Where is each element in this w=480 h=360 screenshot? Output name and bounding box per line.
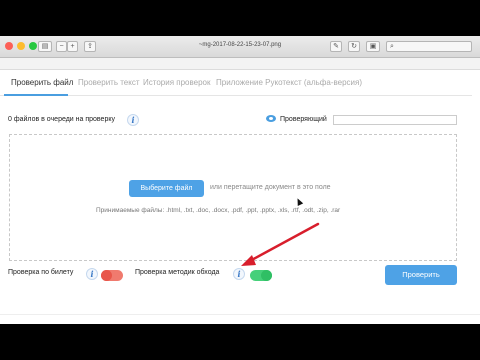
bypass-check-label: Проверка методик обхода: [135, 269, 220, 276]
choose-file-button[interactable]: Выберите файл: [129, 180, 204, 197]
tab-bar: Проверить файл Проверить текст История п…: [0, 74, 472, 96]
share-icon[interactable]: ⇪: [84, 41, 96, 52]
close-window-button[interactable]: [5, 42, 13, 50]
bypass-check-info-icon[interactable]: i: [233, 268, 245, 280]
zoom-out-icon[interactable]: −: [56, 41, 67, 52]
app-screen: ▤ − + ⇪ ~mg-2017-08-22-15-23-07.png ✎ ↻ …: [0, 36, 480, 324]
minimize-window-button[interactable]: [17, 42, 25, 50]
queue-info-icon[interactable]: i: [127, 114, 139, 126]
window-controls: [5, 42, 37, 50]
toolbox-icon[interactable]: ▣: [366, 41, 380, 52]
reviewer-label: Проверяющий: [280, 116, 327, 123]
browser-toolbar: [0, 58, 480, 70]
rotate-icon[interactable]: ↻: [348, 41, 360, 52]
bypass-check-toggle[interactable]: [250, 270, 272, 281]
ticket-check-label: Проверка по билету: [8, 269, 74, 276]
window-titlebar: ▤ − + ⇪ ~mg-2017-08-22-15-23-07.png ✎ ↻ …: [0, 36, 480, 58]
drag-hint: или перетащите документ в это поле: [210, 184, 331, 191]
accepted-file-types: Принимаемые файлы: .html, .txt, .doc, .d…: [96, 207, 341, 214]
zoom-in-icon[interactable]: +: [67, 41, 78, 52]
sidebar-toggle-icon[interactable]: ▤: [38, 41, 52, 52]
search-icon[interactable]: ⌕: [386, 41, 472, 52]
markup-icon[interactable]: ✎: [330, 41, 342, 52]
tab-check-text[interactable]: Проверить текст: [78, 78, 140, 87]
toggle-knob: [101, 270, 112, 281]
zoom-window-button[interactable]: [29, 42, 37, 50]
reviewer-input[interactable]: [333, 115, 457, 125]
tab-history[interactable]: История проверок: [143, 78, 210, 87]
submit-check-button[interactable]: Проверить: [385, 265, 457, 285]
toggle-knob: [261, 270, 272, 281]
footer-divider: [0, 314, 480, 315]
eye-icon: [266, 115, 276, 122]
ticket-check-info-icon[interactable]: i: [86, 268, 98, 280]
active-tab-indicator: [4, 94, 68, 96]
window-title: ~mg-2017-08-22-15-23-07.png: [198, 42, 282, 48]
tab-check-file[interactable]: Проверить файл: [11, 78, 73, 87]
ticket-check-toggle[interactable]: [101, 270, 123, 281]
file-dropzone[interactable]: [9, 134, 457, 261]
queue-status: 0 файлов в очереди на проверку: [8, 116, 115, 123]
tab-app-rukotext[interactable]: Приложение Рукотекст (альфа-версия): [216, 78, 362, 87]
